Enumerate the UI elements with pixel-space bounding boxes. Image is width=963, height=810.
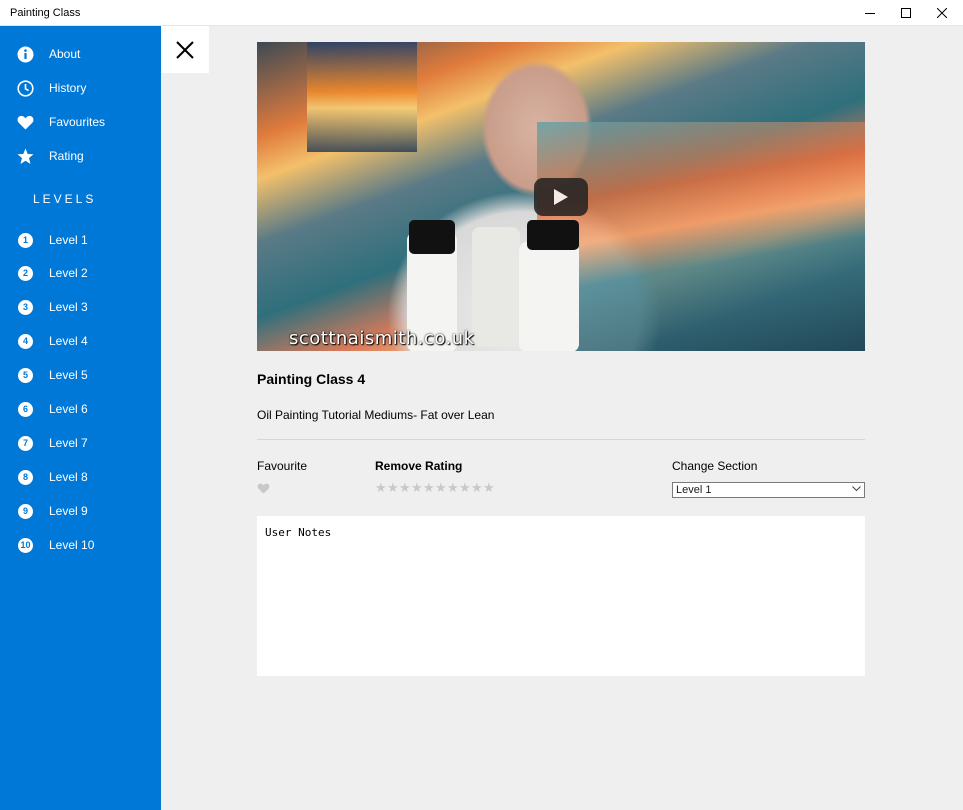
sidebar-item-level-8[interactable]: 8 Level 8 xyxy=(0,461,161,493)
sidebar-item-label: Level 5 xyxy=(49,368,88,382)
heart-icon xyxy=(257,483,270,494)
change-section-select[interactable]: Level 1 xyxy=(672,482,865,498)
minimize-button[interactable] xyxy=(852,0,888,26)
sidebar-item-label: About xyxy=(49,47,81,61)
remove-rating-button[interactable]: Remove Rating xyxy=(375,459,462,473)
sidebar-item-level-7[interactable]: 7 Level 7 xyxy=(0,427,161,459)
rating-star-6[interactable]: ★ xyxy=(435,481,447,494)
sidebar-item-label: Level 3 xyxy=(49,300,88,314)
play-icon xyxy=(554,189,568,205)
minimize-icon xyxy=(865,13,875,14)
sidebar-item-history[interactable]: History xyxy=(0,72,161,104)
section-selected-value: Level 1 xyxy=(676,484,712,496)
main-content: scottnaismith.co.uk Painting Class 4 Oil… xyxy=(161,26,963,810)
rating-stars: ★ ★ ★ ★ ★ ★ ★ ★ ★ ★ xyxy=(375,481,495,494)
maximize-icon xyxy=(901,8,911,18)
rating-star-1[interactable]: ★ xyxy=(375,481,387,494)
sidebar-item-level-3[interactable]: 3 Level 3 xyxy=(0,291,161,323)
change-section-label: Change Section xyxy=(672,459,758,473)
rating-star-9[interactable]: ★ xyxy=(471,481,483,494)
level-number-icon: 10 xyxy=(17,537,34,554)
video-frame-bottle-cap xyxy=(409,220,455,254)
page-subtitle: Oil Painting Tutorial Mediums- Fat over … xyxy=(257,408,495,422)
sidebar-item-favourites[interactable]: Favourites xyxy=(0,106,161,138)
favourite-toggle[interactable] xyxy=(257,481,270,499)
sidebar-item-label: Rating xyxy=(49,149,84,163)
sidebar-item-label: Level 7 xyxy=(49,436,88,450)
chevron-down-icon xyxy=(852,486,861,492)
sidebar: About History Favourites Rating LEVELS 1… xyxy=(0,26,161,810)
level-number-icon: 5 xyxy=(17,367,34,384)
level-number-icon: 9 xyxy=(17,503,34,520)
rating-star-10[interactable]: ★ xyxy=(483,481,495,494)
star-icon xyxy=(17,148,34,165)
sidebar-item-level-1[interactable]: 1 Level 1 xyxy=(0,224,161,256)
sidebar-item-label: Level 9 xyxy=(49,504,88,518)
rating-star-8[interactable]: ★ xyxy=(459,481,471,494)
sidebar-item-level-10[interactable]: 10 Level 10 xyxy=(0,529,161,561)
level-number-icon: 3 xyxy=(17,299,34,316)
level-number-icon: 7 xyxy=(17,435,34,452)
video-frame-painting xyxy=(537,122,865,351)
clock-icon xyxy=(17,79,34,97)
rating-star-7[interactable]: ★ xyxy=(447,481,459,494)
maximize-button[interactable] xyxy=(888,0,924,26)
sidebar-item-level-5[interactable]: 5 Level 5 xyxy=(0,359,161,391)
sidebar-item-level-2[interactable]: 2 Level 2 xyxy=(0,257,161,289)
divider xyxy=(257,439,865,440)
video-frame-bottle xyxy=(519,242,579,351)
rating-star-3[interactable]: ★ xyxy=(399,481,411,494)
title-bar: Painting Class xyxy=(0,0,963,26)
sidebar-item-label: History xyxy=(49,81,87,95)
level-number-icon: 2 xyxy=(17,265,34,282)
video-frame-bottle-cap xyxy=(527,220,579,250)
sidebar-item-level-4[interactable]: 4 Level 4 xyxy=(0,325,161,357)
user-notes-textarea[interactable]: User Notes xyxy=(257,516,865,676)
sidebar-item-label: Favourites xyxy=(49,115,106,129)
level-number-icon: 1 xyxy=(17,232,34,249)
window-close-button[interactable] xyxy=(924,0,960,26)
levels-header: LEVELS xyxy=(33,192,97,206)
video-frame-bottle xyxy=(472,227,520,347)
rating-star-4[interactable]: ★ xyxy=(411,481,423,494)
info-icon xyxy=(17,46,34,63)
heart-icon xyxy=(17,114,34,131)
video-frame-painting xyxy=(307,42,417,152)
sidebar-item-level-6[interactable]: 6 Level 6 xyxy=(0,393,161,425)
rating-star-2[interactable]: ★ xyxy=(387,481,399,494)
video-watermark: scottnaismith.co.uk xyxy=(289,328,475,349)
sidebar-item-about[interactable]: About xyxy=(0,38,161,70)
window-title: Painting Class xyxy=(10,7,81,19)
play-button[interactable] xyxy=(534,178,588,216)
close-pane-button[interactable] xyxy=(161,26,209,73)
sidebar-item-level-9[interactable]: 9 Level 9 xyxy=(0,495,161,527)
close-icon xyxy=(937,8,947,18)
sidebar-item-label: Level 6 xyxy=(49,402,88,416)
sidebar-item-label: Level 8 xyxy=(49,470,88,484)
sidebar-item-rating[interactable]: Rating xyxy=(0,140,161,172)
rating-star-5[interactable]: ★ xyxy=(423,481,435,494)
level-number-icon: 6 xyxy=(17,401,34,418)
page-title: Painting Class 4 xyxy=(257,371,366,387)
sidebar-item-label: Level 1 xyxy=(49,233,88,247)
sidebar-item-label: Level 10 xyxy=(49,538,95,552)
video-player[interactable]: scottnaismith.co.uk xyxy=(257,42,865,351)
sidebar-item-label: Level 2 xyxy=(49,266,88,280)
favourite-label: Favourite xyxy=(257,459,308,473)
sidebar-item-label: Level 4 xyxy=(49,334,88,348)
close-icon xyxy=(176,40,194,59)
level-number-icon: 8 xyxy=(17,469,34,486)
level-number-icon: 4 xyxy=(17,333,34,350)
